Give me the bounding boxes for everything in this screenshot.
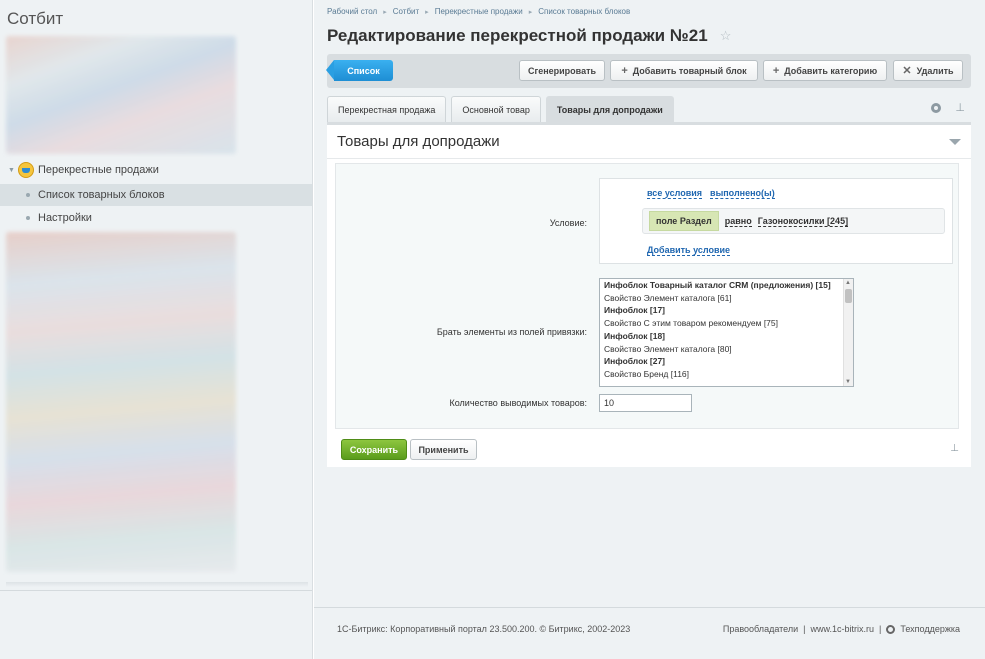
sidebar-divider <box>0 590 312 591</box>
option-item[interactable]: Свойство Элемент каталога [80] <box>600 343 853 356</box>
footer-copyright: 1С-Битрикс: Корпоративный портал 23.500.… <box>337 624 631 634</box>
page-title: Редактирование перекрестной продажи №21 … <box>327 26 731 46</box>
breadcrumb-separator-icon: ▸ <box>383 8 387 16</box>
quantity-input[interactable]: 10 <box>599 394 692 412</box>
scroll-up-icon[interactable]: ▲ <box>845 280 851 286</box>
footer-links: Правообладатели | www.1c-bitrix.ru | Тех… <box>723 624 960 634</box>
sidebar-title: Сотбит <box>7 9 64 28</box>
tab-tools: ⊥ <box>931 101 965 114</box>
condition-logic: все условия выполнено(ы) <box>647 188 775 199</box>
bullet-icon <box>26 216 30 220</box>
support-icon <box>886 624 896 634</box>
panel-header: Товары для допродажи <box>327 125 971 159</box>
scrollbar[interactable]: ▲ ▼ <box>843 279 853 386</box>
gear-icon[interactable] <box>931 103 942 113</box>
sidebar-item-block-list[interactable]: Список товарных блоков <box>0 184 312 206</box>
apply-button[interactable]: Применить <box>410 439 477 460</box>
fulfilled-link[interactable]: выполнено(ы) <box>710 188 775 199</box>
option-item[interactable]: Свойство С этим товаром рекомендуем [75] <box>600 317 853 330</box>
bullet-icon <box>26 193 30 197</box>
close-icon: ✕ <box>902 65 912 77</box>
delete-button[interactable]: ✕ Удалить <box>893 60 963 81</box>
breadcrumb-separator-icon: ▸ <box>528 8 533 16</box>
option-item[interactable]: Свойство Бренд [116] <box>600 368 853 381</box>
breadcrumb-item[interactable]: Перекрестные продажи <box>435 7 523 16</box>
main-content: Рабочий стол ▸ Сотбит ▸ Перекрестные про… <box>314 0 985 659</box>
sidebar-item-label: Перекрестные продажи <box>37 164 159 176</box>
condition-builder: все условия выполнено(ы) поле Раздел рав… <box>599 178 953 264</box>
tab-cross-sale[interactable]: Перекрестная продажа <box>327 96 447 122</box>
condition-label: Условие: <box>549 218 587 228</box>
sidebar-item-label: Список товарных блоков <box>38 189 165 201</box>
page-title-text: Редактирование перекрестной продажи №21 <box>327 26 708 45</box>
rights-link[interactable]: Правообладатели <box>723 624 798 634</box>
option-group: Инфоблок [27] <box>604 356 666 367</box>
toolbar: Список Сгенерировать + Добавить товарный… <box>326 54 971 88</box>
sidebar: Сотбит ▼ Перекрестные продажи Список тов… <box>0 0 313 659</box>
generate-button[interactable]: Сгенерировать <box>519 60 605 81</box>
form-area: Условие: все условия выполнено(ы) поле Р… <box>335 163 959 429</box>
support-link[interactable]: Техподдержка <box>900 624 960 634</box>
delete-label: Удалить <box>916 65 954 76</box>
save-button[interactable]: Сохранить <box>341 439 407 460</box>
option-group: Инфоблок Товарный каталог CRM (предложен… <box>604 280 831 290</box>
breadcrumb-item[interactable]: Список товарных блоков <box>538 7 630 16</box>
all-conditions-link[interactable]: все условия <box>647 188 703 199</box>
tab-main-product[interactable]: Основной товар <box>451 96 541 122</box>
binding-fields-label: Брать элементы из полей привязки: <box>436 327 587 337</box>
condition-row: поле Раздел равно Газонокосилки [245] <box>642 208 945 234</box>
plus-icon: + <box>621 64 628 77</box>
shopping-cart-icon <box>17 162 34 178</box>
footer-separator: | <box>803 624 806 634</box>
option-group: Инфоблок [17] <box>604 305 666 316</box>
pin-icon[interactable]: ⊥ <box>950 443 959 454</box>
site-link[interactable]: www.1c-bitrix.ru <box>810 624 874 634</box>
breadcrumb-separator-icon: ▸ <box>425 8 429 16</box>
footer-separator: | <box>879 624 882 634</box>
breadcrumb-item[interactable]: Рабочий стол <box>327 7 377 16</box>
condition-field[interactable]: поле Раздел <box>649 211 719 231</box>
upsell-panel: Товары для допродажи Условие: все услови… <box>327 122 971 467</box>
binding-options: Инфоблок Товарный каталог CRM (предложен… <box>600 279 853 381</box>
tab-bar: Перекрестная продажа Основной товар Това… <box>327 96 674 122</box>
sidebar-item-cross-sales[interactable]: ▼ Перекрестные продажи <box>0 159 312 181</box>
binding-fields-select[interactable]: Инфоблок Товарный каталог CRM (предложен… <box>599 278 854 387</box>
star-icon[interactable]: ☆ <box>720 28 732 44</box>
condition-operator[interactable]: равно <box>724 216 752 227</box>
panel-title: Товары для допродажи <box>337 133 500 150</box>
footer-divider <box>314 607 985 608</box>
add-category-button[interactable]: + Добавить категорию <box>763 60 887 81</box>
add-product-block-label: Добавить товарный блок <box>632 65 747 76</box>
quantity-label: Количество выводимых товаров: <box>449 398 587 408</box>
add-product-block-button[interactable]: + Добавить товарный блок <box>610 60 758 81</box>
expand-triangle-icon[interactable]: ▼ <box>8 167 15 174</box>
condition-value[interactable]: Газонокосилки [245] <box>757 216 849 227</box>
add-category-label: Добавить категорию <box>784 65 878 76</box>
list-button[interactable]: Список <box>326 60 393 81</box>
option-item[interactable]: Свойство Элемент каталога [61] <box>600 292 853 305</box>
add-condition-link[interactable]: Добавить условие <box>647 245 731 256</box>
collapse-icon[interactable] <box>949 138 961 145</box>
scroll-thumb[interactable] <box>845 289 852 303</box>
generate-label: Сгенерировать <box>527 65 597 76</box>
sidebar-item-label: Настройки <box>38 212 92 224</box>
sidebar-shadow <box>6 582 308 587</box>
breadcrumb: Рабочий стол ▸ Сотбит ▸ Перекрестные про… <box>327 7 630 16</box>
pin-icon[interactable]: ⊥ <box>955 101 965 114</box>
plus-icon: + <box>772 64 780 77</box>
option-group: Инфоблок [18] <box>604 330 666 341</box>
blurred-menu-bottom <box>6 232 236 572</box>
breadcrumb-item[interactable]: Сотбит <box>393 7 419 16</box>
tab-upsell-products[interactable]: Товары для допродажи <box>545 96 674 122</box>
sidebar-item-settings[interactable]: Настройки <box>0 207 312 229</box>
scroll-down-icon[interactable]: ▼ <box>845 379 851 385</box>
blurred-menu-top <box>6 36 236 154</box>
